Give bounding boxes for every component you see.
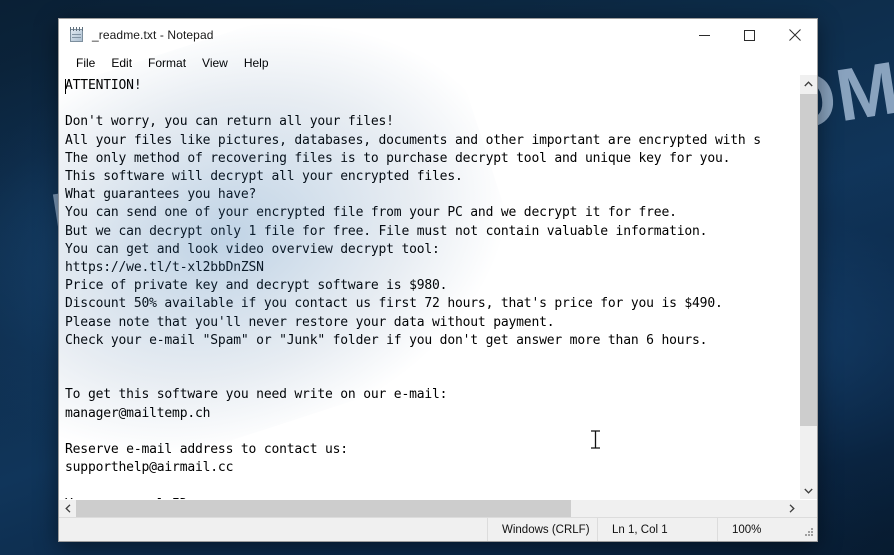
vertical-scrollbar[interactable] [799, 75, 817, 499]
chevron-down-icon [804, 488, 813, 494]
close-button[interactable] [772, 19, 817, 51]
editor-row: ATTENTION! Don't worry, you can return a… [59, 75, 817, 499]
maximize-button[interactable] [727, 19, 772, 51]
menubar: File Edit Format View Help [59, 51, 817, 74]
horizontal-scroll-track[interactable] [76, 500, 783, 517]
chevron-up-icon [804, 80, 813, 86]
maximize-icon [744, 29, 755, 41]
window-title: _readme.txt - Notepad [92, 28, 214, 42]
minimize-icon [699, 34, 710, 36]
menu-help[interactable]: Help [236, 54, 277, 72]
status-line-ending: Windows (CRLF) [487, 518, 597, 541]
chevron-right-icon [789, 504, 795, 513]
menu-view[interactable]: View [194, 54, 236, 72]
statusbar: Windows (CRLF) Ln 1, Col 1 100% [59, 517, 817, 541]
window-titlebar[interactable]: _readme.txt - Notepad [59, 19, 817, 51]
horizontal-scroll-thumb[interactable] [76, 500, 571, 517]
vertical-scroll-track[interactable] [800, 92, 817, 482]
vertical-scroll-thumb[interactable] [800, 94, 817, 426]
status-cursor-position: Ln 1, Col 1 [597, 518, 717, 541]
scroll-right-button[interactable] [783, 500, 800, 517]
editor-area: ATTENTION! Don't worry, you can return a… [59, 74, 817, 517]
scrollbar-corner [800, 500, 817, 517]
menu-file[interactable]: File [68, 54, 103, 72]
statusbar-spacer [59, 518, 487, 541]
ransom-note-text: ATTENTION! Don't worry, you can return a… [65, 78, 761, 499]
minimize-button[interactable] [682, 19, 727, 51]
notepad-window: _readme.txt - Notepad File Edit Format V… [58, 18, 818, 542]
text-editor[interactable]: ATTENTION! Don't worry, you can return a… [59, 75, 799, 499]
window-controls [682, 19, 817, 51]
resize-grip-icon[interactable] [802, 526, 814, 538]
scroll-left-button[interactable] [59, 500, 76, 517]
chevron-left-icon [64, 504, 70, 513]
notepad-icon [69, 27, 85, 43]
menu-edit[interactable]: Edit [103, 54, 140, 72]
close-icon [788, 29, 801, 41]
menu-format[interactable]: Format [140, 54, 194, 72]
scroll-up-button[interactable] [800, 75, 817, 92]
scroll-down-button[interactable] [800, 482, 817, 499]
horizontal-scrollbar[interactable] [59, 499, 817, 517]
desktop-background: MYANTISPYWARE.COM _readme.txt - Notepad [0, 0, 894, 555]
